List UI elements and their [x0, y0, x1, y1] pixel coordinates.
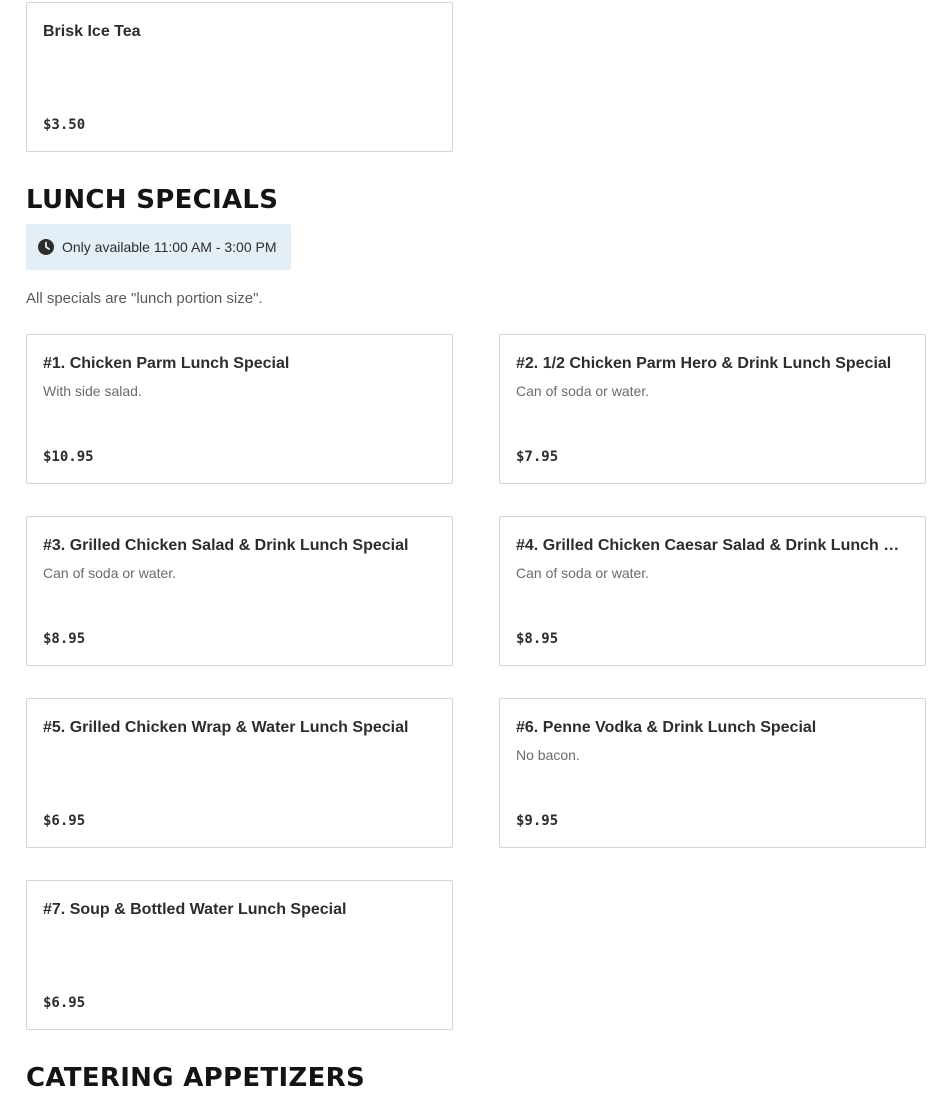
section-title-lunch-specials: LUNCH SPECIALS [26, 185, 279, 215]
menu-item-price: $8.95 [516, 631, 559, 647]
menu-item-price: $10.95 [43, 449, 94, 465]
menu-item-card[interactable]: Brisk Ice Tea $3.50 [26, 2, 453, 152]
menu-item-description: Can of soda or water. [516, 565, 650, 581]
menu-item-price: $6.95 [43, 995, 86, 1011]
menu-item-price: $9.95 [516, 813, 559, 829]
menu-item-card[interactable]: #5. Grilled Chicken Wrap & Water Lunch S… [26, 698, 453, 848]
menu-item-name: #7. Soup & Bottled Water Lunch Special [43, 901, 347, 918]
menu-item-card[interactable]: #2. 1/2 Chicken Parm Hero & Drink Lunch … [499, 334, 926, 484]
menu-item-card[interactable]: #7. Soup & Bottled Water Lunch Special $… [26, 880, 453, 1030]
menu-item-price: $6.95 [43, 813, 86, 829]
menu-item-price: $3.50 [43, 117, 86, 133]
menu-item-name: #2. 1/2 Chicken Parm Hero & Drink Lunch … [516, 355, 892, 372]
menu-item-price: $8.95 [43, 631, 86, 647]
section-note: All specials are "lunch portion size". [26, 290, 263, 307]
availability-banner: Only available 11:00 AM - 3:00 PM [26, 224, 291, 270]
section-title-catering-appetizers: CATERING APPETIZERS [26, 1063, 365, 1093]
menu-item-card[interactable]: #1. Chicken Parm Lunch Special With side… [26, 334, 453, 484]
menu-item-name: #1. Chicken Parm Lunch Special [43, 355, 290, 372]
menu-item-name: #5. Grilled Chicken Wrap & Water Lunch S… [43, 719, 409, 736]
menu-item-card[interactable]: #3. Grilled Chicken Salad & Drink Lunch … [26, 516, 453, 666]
menu-item-description: No bacon. [516, 747, 580, 763]
menu-item-price: $7.95 [516, 449, 559, 465]
menu-item-description: Can of soda or water. [43, 565, 177, 581]
menu-item-name: #6. Penne Vodka & Drink Lunch Special [516, 719, 817, 736]
clock-icon [38, 239, 54, 255]
menu-item-name: #3. Grilled Chicken Salad & Drink Lunch … [43, 537, 409, 554]
menu-item-description: With side salad. [43, 383, 142, 399]
menu-item-name: #4. Grilled Chicken Caesar Salad & Drink… [516, 537, 909, 554]
menu-item-description: Can of soda or water. [516, 383, 650, 399]
availability-text: Only available 11:00 AM - 3:00 PM [62, 239, 277, 255]
menu-item-card[interactable]: #6. Penne Vodka & Drink Lunch Special No… [499, 698, 926, 848]
menu-item-card[interactable]: #4. Grilled Chicken Caesar Salad & Drink… [499, 516, 926, 666]
menu-item-name: Brisk Ice Tea [43, 23, 141, 40]
